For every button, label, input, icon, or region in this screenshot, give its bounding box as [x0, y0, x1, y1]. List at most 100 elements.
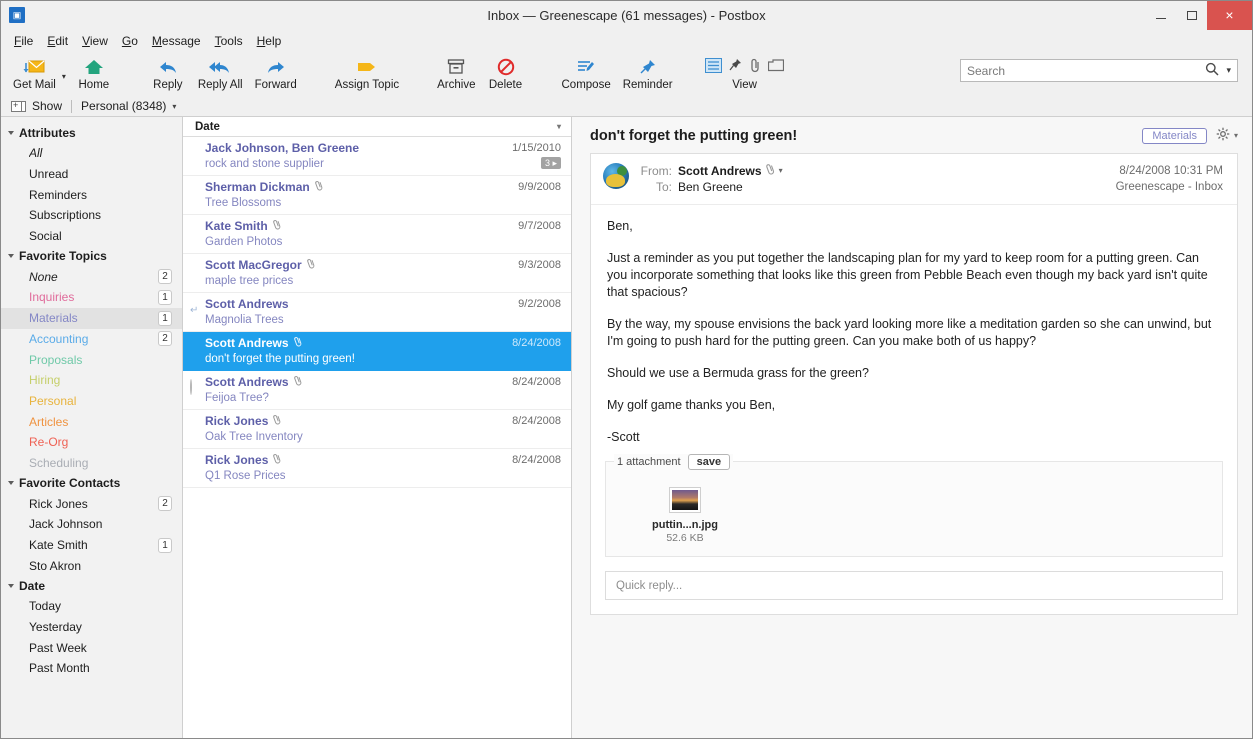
search-icon[interactable]	[1205, 62, 1219, 79]
sidebar-group-header[interactable]: Favorite Contacts	[1, 473, 182, 493]
layout-icon[interactable]	[705, 57, 723, 76]
quick-reply-input[interactable]	[616, 579, 1212, 592]
message-subject: Magnolia Trees	[205, 314, 284, 326]
from-row: From: Scott Andrews ▾	[638, 163, 783, 179]
message-header: From: Scott Andrews ▾ To: Ben Greene 8/2…	[591, 154, 1237, 205]
sidebar-item-inquiries[interactable]: Inquiries 1	[1, 287, 182, 308]
sidebar-item-rick-jones[interactable]: Rick Jones 2	[1, 493, 182, 514]
menu-tools[interactable]: Tools	[208, 32, 250, 50]
message-row[interactable]: Scott Andrews 8/24/2008 don't forget the p…	[183, 332, 571, 371]
attachment-item[interactable]: puttin...n.jpg 52.6 KB	[642, 487, 728, 544]
sidebar-item-proposals[interactable]: Proposals	[1, 349, 182, 370]
delete-button[interactable]: Delete	[482, 53, 530, 95]
sidebar-item-subscriptions[interactable]: Subscriptions	[1, 205, 182, 226]
sidebar-item-label: Sto Akron	[29, 558, 82, 573]
sidebar-item-kate-smith[interactable]: Kate Smith 1	[1, 535, 182, 556]
sidebar-item-label: All	[29, 146, 43, 161]
sidebar-item-accounting[interactable]: Accounting 2	[1, 329, 182, 350]
message-row[interactable]: Rick Jones 8/24/2008 Oak Tree Inventory	[183, 410, 571, 449]
message-row-line1: Kate Smith 9/7/2008	[205, 219, 561, 233]
get-mail-button[interactable]: Get Mail	[7, 53, 62, 95]
window-icon[interactable]	[767, 58, 785, 75]
column-header-date[interactable]: Date	[195, 121, 220, 133]
sidebar-item-articles[interactable]: Articles	[1, 411, 182, 432]
message-paragraph: Should we use a Bermuda grass for the gr…	[607, 366, 869, 380]
search-dropdown-caret[interactable]: ▾	[1226, 65, 1231, 76]
to-value[interactable]: Ben Greene	[678, 179, 743, 195]
message-subject: don't forget the putting green!	[590, 127, 798, 144]
attachment-icon[interactable]	[749, 58, 761, 76]
sidebar-item-reminders[interactable]: Reminders	[1, 184, 182, 205]
sidebar-item-past-week[interactable]: Past Week	[1, 637, 182, 658]
from-dropdown-caret[interactable]: ▾	[779, 163, 783, 179]
sidebar-item-none[interactable]: None 2	[1, 266, 182, 287]
compose-button[interactable]: Compose	[556, 53, 617, 95]
sidebar-group-header[interactable]: Date	[1, 576, 182, 596]
message-row[interactable]: Scott MacGregor 9/3/2008 maple tree prices	[183, 254, 571, 293]
sidebar-item-sto-akron[interactable]: Sto Akron	[1, 555, 182, 576]
sidebar-item-hiring[interactable]: Hiring	[1, 370, 182, 391]
sidebar-item-count: 2	[158, 331, 172, 347]
search-box[interactable]: ▾	[960, 59, 1238, 82]
message-row[interactable]: Sherman Dickman 9/9/2008 Tree Blossoms	[183, 176, 571, 215]
sidebar-item-yesterday[interactable]: Yesterday	[1, 617, 182, 638]
menu-go[interactable]: Go	[115, 32, 145, 50]
account-selector-caret[interactable]: ▾	[172, 102, 176, 111]
forward-button[interactable]: Forward	[249, 53, 303, 95]
topic-badge[interactable]: Materials	[1142, 127, 1207, 144]
menu-help[interactable]: Help	[250, 32, 289, 50]
message-row[interactable]: Rick Jones 8/24/2008 Q1 Rose Prices	[183, 449, 571, 488]
message-list-pane: Date ▾ Jack Johnson, Ben Greene 1/15/2010…	[183, 117, 572, 738]
attachment-thumbnail[interactable]	[669, 487, 701, 513]
header-meta: 8/24/2008 10:31 PM Greenescape - Inbox	[1116, 163, 1223, 195]
gear-dropdown-caret[interactable]: ▾	[1234, 131, 1238, 140]
menu-message[interactable]: Message	[145, 32, 208, 50]
message-list-header[interactable]: Date ▾	[183, 117, 571, 137]
get-mail-caret[interactable]: ▾	[62, 66, 66, 81]
pin-icon[interactable]	[729, 58, 742, 75]
quick-reply-box[interactable]	[605, 571, 1223, 600]
sidebar-item-materials[interactable]: Materials 1	[1, 307, 182, 329]
sidebar-item-social[interactable]: Social	[1, 226, 182, 247]
home-button[interactable]: Home	[70, 53, 118, 95]
sidebar-item-re-org[interactable]: Re-Org	[1, 432, 182, 453]
sidebar-item-all[interactable]: All	[1, 143, 182, 164]
replied-icon: ↵	[190, 305, 199, 316]
reply-all-button[interactable]: Reply All	[192, 53, 249, 95]
reply-button[interactable]: Reply	[144, 53, 192, 95]
message-row[interactable]: Jack Johnson, Ben Greene 1/15/2010 rock an…	[183, 137, 571, 176]
menu-edit[interactable]: Edit	[40, 32, 75, 50]
message-subject: Feijoa Tree?	[205, 392, 269, 404]
reading-pane-header: don't forget the putting green! Material…	[590, 127, 1238, 144]
sort-caret-icon[interactable]: ▾	[557, 122, 561, 131]
menu-file[interactable]: File	[7, 32, 40, 50]
sidebar-item-scheduling[interactable]: Scheduling	[1, 453, 182, 474]
message-date: 8/24/2008	[512, 454, 561, 466]
assign-topic-button[interactable]: Assign Topic	[329, 53, 405, 95]
message-sender: Scott Andrews	[205, 297, 289, 311]
archive-button[interactable]: Archive	[431, 53, 481, 95]
sidebar-item-personal[interactable]: Personal	[1, 391, 182, 412]
message-row[interactable]: Scott Andrews 8/24/2008 Feijoa Tree?	[183, 371, 571, 410]
save-attachment-button[interactable]: save	[687, 454, 731, 470]
reminder-button[interactable]: Reminder	[617, 53, 679, 95]
show-label[interactable]: Show	[32, 99, 62, 113]
sidebar-item-jack-johnson[interactable]: Jack Johnson	[1, 514, 182, 535]
message-row[interactable]: Kate Smith 9/7/2008 Garden Photos	[183, 215, 571, 254]
sidebar: Attributes All Unread Reminders Subscription…	[1, 117, 183, 738]
account-selector-label[interactable]: Personal (8348)	[81, 99, 166, 113]
gear-icon[interactable]	[1216, 127, 1230, 144]
thread-count-badge[interactable]: 3 ▸	[540, 157, 561, 169]
sidebar-item-past-month[interactable]: Past Month	[1, 658, 182, 679]
sidebar-group-header[interactable]: Favorite Topics	[1, 246, 182, 266]
sidebar-group-header[interactable]: Attributes	[1, 123, 182, 143]
message-row[interactable]: ↵ Scott Andrews 9/2/2008 Magnolia Trees	[183, 293, 571, 332]
sidebar-item-today[interactable]: Today	[1, 596, 182, 617]
sidebar-item-label: Past Week	[29, 640, 87, 655]
expand-panel-icon[interactable]	[11, 99, 26, 112]
from-value[interactable]: Scott Andrews	[678, 163, 762, 179]
search-input[interactable]	[967, 63, 1206, 78]
message-sender: Scott MacGregor	[205, 258, 302, 272]
sidebar-item-unread[interactable]: Unread	[1, 164, 182, 185]
menu-view[interactable]: View	[75, 32, 115, 50]
